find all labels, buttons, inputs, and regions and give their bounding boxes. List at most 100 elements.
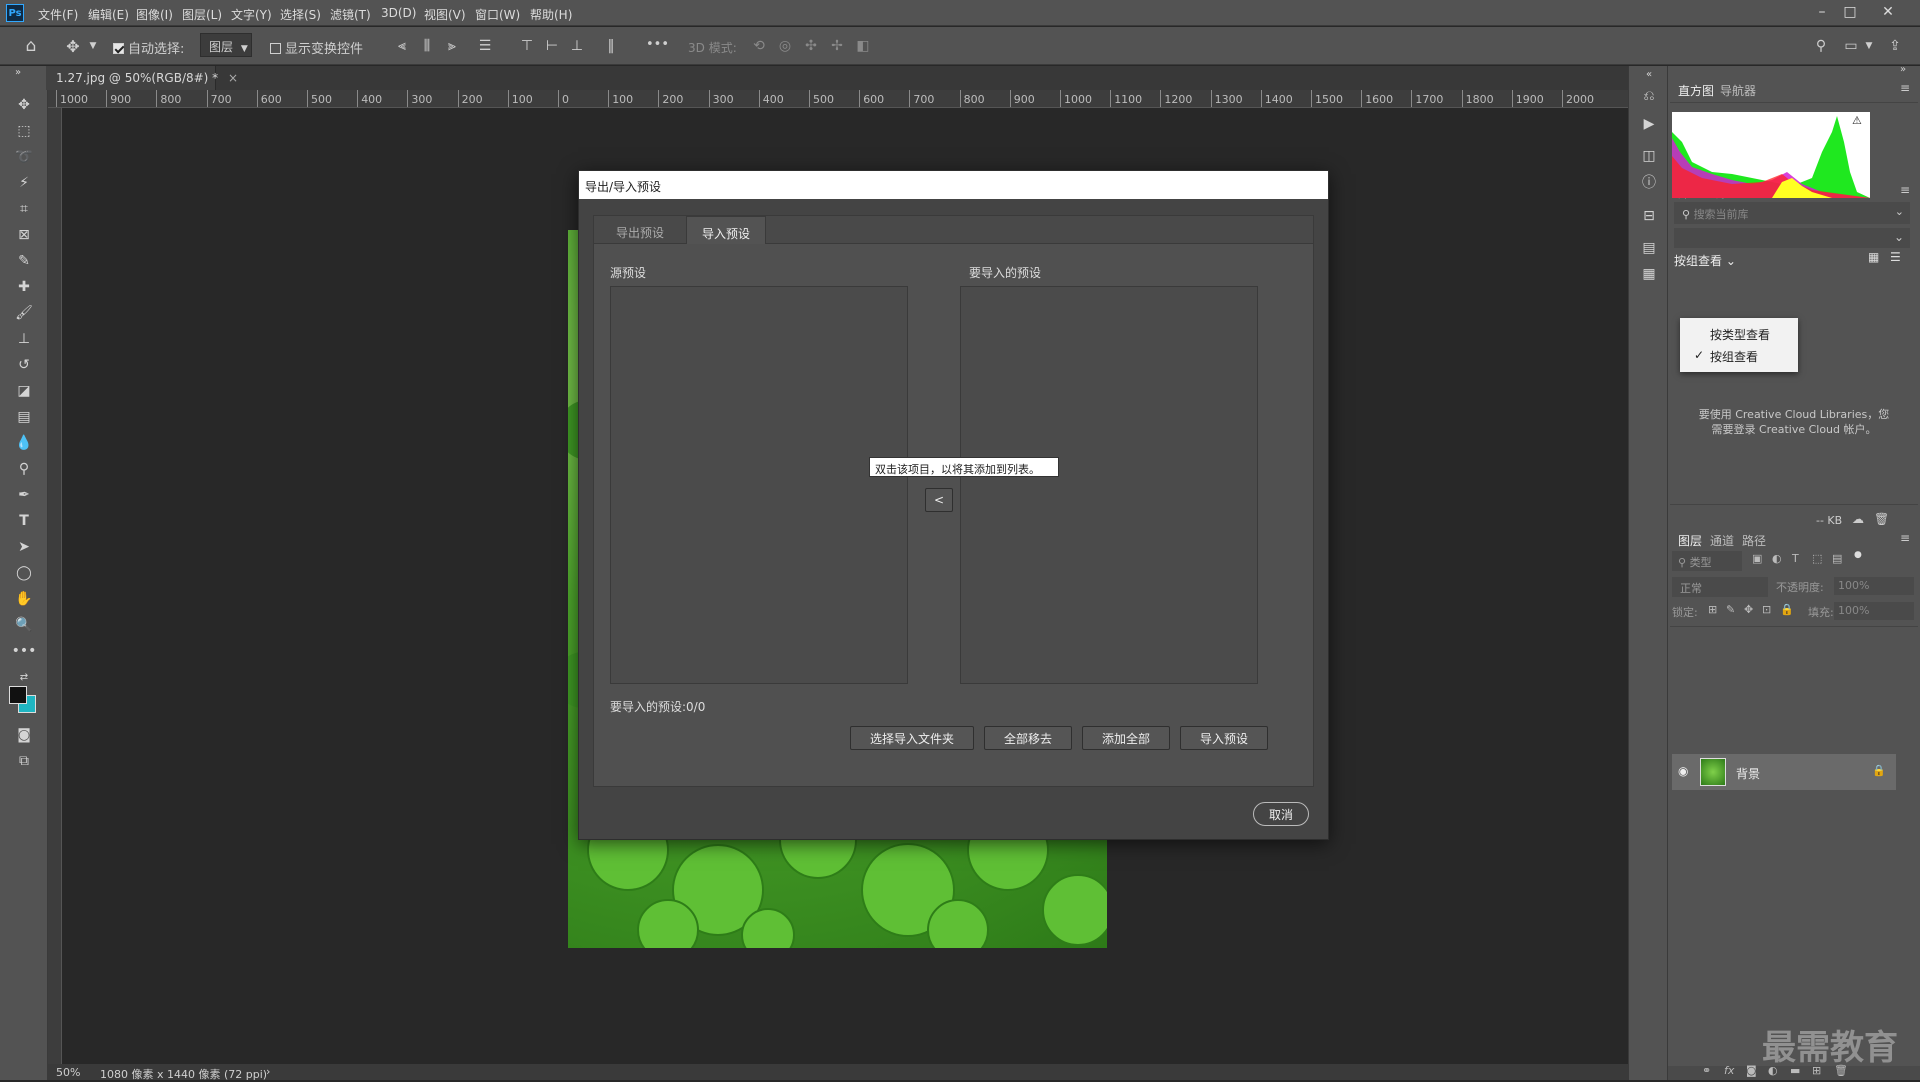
filter-toggle-icon[interactable]: ● <box>1854 550 1862 560</box>
tab-paths[interactable]: 路径 <box>1742 532 1766 549</box>
filter-smart-icon[interactable]: ▤ <box>1832 552 1842 565</box>
menu-image[interactable]: 图像(I) <box>136 6 173 23</box>
warning-icon[interactable]: ⚠ <box>1852 114 1862 127</box>
auto-select-checkbox[interactable]: 自动选择: <box>113 38 184 57</box>
move-left-button[interactable]: < <box>925 488 953 512</box>
history-brush-icon[interactable]: ↺ <box>12 354 36 376</box>
minimize-icon[interactable]: – <box>1812 2 1832 22</box>
properties-icon[interactable]: ◫ <box>1639 146 1659 166</box>
fill-input[interactable]: 100% <box>1834 602 1914 620</box>
filter-shape-icon[interactable]: ⬚ <box>1812 552 1822 565</box>
share-icon[interactable]: ⇪ <box>1886 37 1904 55</box>
layer-row-background[interactable]: ◉ 背景 🔒 <box>1672 754 1896 790</box>
hand-tool-icon[interactable]: ✋ <box>12 588 36 610</box>
menu-file[interactable]: 文件(F) <box>38 6 78 23</box>
distribute-icon[interactable]: ☰ <box>476 37 494 55</box>
lock-transparency-icon[interactable]: ⊞ <box>1708 603 1717 616</box>
3d-pan-icon[interactable]: ✣ <box>802 37 820 55</box>
menu-type[interactable]: 文字(Y) <box>231 6 272 23</box>
screen-mode-icon[interactable]: ⧉ <box>12 750 36 772</box>
fx-icon[interactable]: fx <box>1724 1064 1734 1077</box>
remove-all-button[interactable]: 全部移去 <box>984 726 1072 750</box>
lasso-tool-icon[interactable]: ➰ <box>12 146 36 168</box>
tab-channels[interactable]: 通道 <box>1710 532 1734 549</box>
chevron-down-icon[interactable]: ▼ <box>1860 37 1878 55</box>
align-right-icon[interactable]: ⫸ <box>443 37 461 55</box>
eraser-tool-icon[interactable]: ◪ <box>12 380 36 402</box>
character-panel-icon[interactable]: ⊟ <box>1639 206 1659 226</box>
status-menu-arrow[interactable]: › <box>266 1065 270 1078</box>
import-presets-button[interactable]: 导入预设 <box>1180 726 1268 750</box>
chevron-down-icon[interactable]: ▼ <box>84 37 102 55</box>
move-tool-icon[interactable]: ✥ <box>12 94 36 116</box>
dodge-tool-icon[interactable]: ⚲ <box>12 458 36 480</box>
menu-item-by-group[interactable]: 按组查看 <box>1710 348 1758 365</box>
blend-mode-select[interactable]: 正常 <box>1672 577 1768 597</box>
notes-panel-icon[interactable]: ▦ <box>1639 264 1659 284</box>
healing-brush-icon[interactable]: ✚ <box>12 276 36 298</box>
3d-slide-icon[interactable]: ✢ <box>828 37 846 55</box>
show-transform-checkbox[interactable]: 显示变换控件 <box>270 38 363 57</box>
menu-3d[interactable]: 3D(D) <box>381 6 416 20</box>
quick-mask-icon[interactable]: ◙ <box>12 724 36 746</box>
ellipse-tool-icon[interactable]: ◯ <box>12 562 36 584</box>
align-bottom-icon[interactable]: ⊥ <box>568 37 586 55</box>
close-tab-icon[interactable]: × <box>228 71 238 85</box>
type-tool-icon[interactable]: T <box>12 510 36 532</box>
add-all-button[interactable]: 添加全部 <box>1082 726 1170 750</box>
target-presets-list[interactable] <box>960 286 1258 684</box>
auto-select-dropdown[interactable]: 图层 ▼ <box>200 33 252 57</box>
blur-tool-icon[interactable]: 💧 <box>12 432 36 454</box>
tab-histogram[interactable]: 直方图 <box>1678 82 1714 99</box>
filter-type-icon[interactable]: T <box>1792 552 1799 565</box>
brush-tool-icon[interactable]: 🖌 <box>12 302 36 324</box>
more-options-icon[interactable]: ••• <box>646 37 669 52</box>
more-tools-icon[interactable]: ••• <box>12 640 37 662</box>
maximize-icon[interactable]: □ <box>1840 2 1860 22</box>
add-mask-icon[interactable]: ◙ <box>1746 1064 1757 1077</box>
align-middle-icon[interactable]: ⊢ <box>543 37 561 55</box>
distribute-vertical-icon[interactable]: ‖ <box>602 37 620 55</box>
3d-orbit-icon[interactable]: ⟲ <box>750 37 768 55</box>
lock-artboard-icon[interactable]: ⊡ <box>1762 603 1771 616</box>
menu-filter[interactable]: 滤镜(T) <box>330 6 371 23</box>
foreground-color-swatch[interactable] <box>9 686 27 704</box>
pen-tool-icon[interactable]: ✒ <box>12 484 36 506</box>
library-search-input[interactable]: ⚲ 搜索当前库 ⌄ <box>1674 202 1910 224</box>
close-icon[interactable]: ✕ <box>1878 2 1898 22</box>
source-presets-list[interactable] <box>610 286 908 684</box>
panel-menu-icon[interactable]: ≡ <box>1900 81 1910 95</box>
menu-select[interactable]: 选择(S) <box>280 6 321 23</box>
filter-adjustment-icon[interactable]: ◐ <box>1772 552 1782 565</box>
align-top-icon[interactable]: ⊤ <box>518 37 536 55</box>
layer-filter-select[interactable]: ⚲ 类型 <box>1672 551 1742 571</box>
choose-import-folder-button[interactable]: 选择导入文件夹 <box>850 726 974 750</box>
lock-position-icon[interactable]: ✥ <box>1744 603 1753 616</box>
menu-window[interactable]: 窗口(W) <box>475 6 520 23</box>
tab-import-presets[interactable]: 导入预设 <box>686 216 766 244</box>
zoom-level[interactable]: 50% <box>56 1066 80 1079</box>
menu-help[interactable]: 帮助(H) <box>530 6 572 23</box>
lock-pixels-icon[interactable]: ✎ <box>1726 603 1735 616</box>
trash-icon[interactable]: 🗑 <box>1874 512 1889 526</box>
panel-menu-icon[interactable]: ≡ <box>1900 183 1910 197</box>
link-layers-icon[interactable]: ⚭ <box>1702 1064 1711 1077</box>
3d-camera-icon[interactable]: ◧ <box>854 37 872 55</box>
cloud-sync-icon[interactable]: ☁ <box>1852 512 1864 526</box>
clone-stamp-icon[interactable]: ⊥ <box>12 328 36 350</box>
align-center-icon[interactable]: ⫼ <box>418 37 436 55</box>
group-view-toggle[interactable]: 按组查看 ⌄ <box>1674 252 1736 269</box>
menu-view[interactable]: 视图(V) <box>424 6 466 23</box>
lock-all-icon[interactable]: 🔒 <box>1780 603 1794 616</box>
search-icon[interactable]: ⚲ <box>1812 37 1830 55</box>
menu-layer[interactable]: 图层(L) <box>182 6 222 23</box>
list-view-icon[interactable]: ☰ <box>1890 250 1901 264</box>
layer-name[interactable]: 背景 <box>1736 765 1760 782</box>
crop-tool-icon[interactable]: ⌗ <box>12 198 36 220</box>
move-tool-icon[interactable]: ✥ <box>64 37 82 56</box>
panel-menu-icon[interactable]: ≡ <box>1900 531 1910 545</box>
expand-icon[interactable]: » <box>6 66 30 78</box>
marquee-tool-icon[interactable]: ⬚ <box>12 120 36 142</box>
document-tab[interactable]: 1.27.jpg @ 50%(RGB/8#) * × <box>46 66 238 90</box>
actions-play-icon[interactable]: ▶ <box>1639 114 1659 134</box>
